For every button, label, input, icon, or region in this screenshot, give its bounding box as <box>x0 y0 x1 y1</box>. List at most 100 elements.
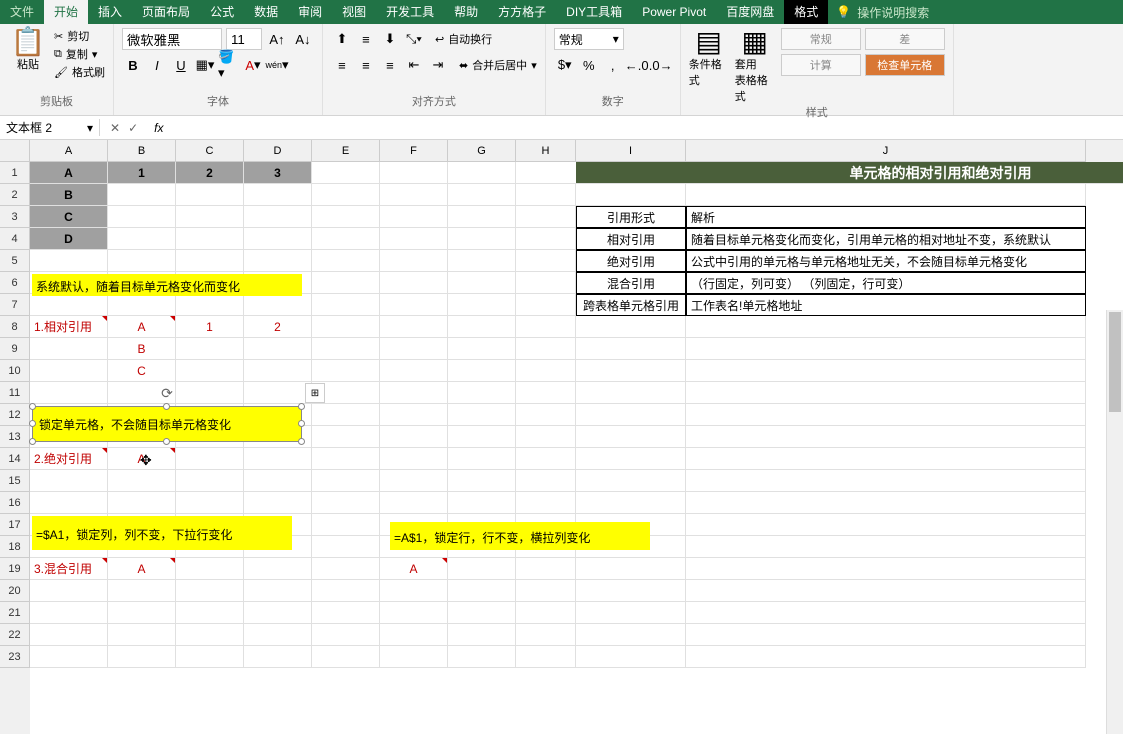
cell-A15[interactable] <box>30 470 108 492</box>
cell-A8[interactable]: 1.相对引用 <box>30 316 108 338</box>
font-name-input[interactable] <box>122 28 222 50</box>
cell-D11[interactable] <box>244 382 312 404</box>
cell-E17[interactable] <box>312 514 380 536</box>
italic-button[interactable]: I <box>146 54 168 76</box>
cell-H9[interactable] <box>516 338 576 360</box>
cell-I23[interactable] <box>576 646 686 668</box>
tab-page-layout[interactable]: 页面布局 <box>132 0 200 24</box>
cell-E22[interactable] <box>312 624 380 646</box>
tab-insert[interactable]: 插入 <box>88 0 132 24</box>
cell-G8[interactable] <box>448 316 516 338</box>
cell-B21[interactable] <box>108 602 176 624</box>
cell-H15[interactable] <box>516 470 576 492</box>
row-header-14[interactable]: 14 <box>0 448 30 470</box>
cell-C5[interactable] <box>176 250 244 272</box>
underline-button[interactable]: U <box>170 54 192 76</box>
row-header-20[interactable]: 20 <box>0 580 30 602</box>
cell-A23[interactable] <box>30 646 108 668</box>
cell-I22[interactable] <box>576 624 686 646</box>
name-box[interactable]: 文本框 2▾ <box>0 119 100 136</box>
cell-D20[interactable] <box>244 580 312 602</box>
cell-B23[interactable] <box>108 646 176 668</box>
cell-H19[interactable] <box>516 558 576 580</box>
cell-C21[interactable] <box>176 602 244 624</box>
align-right-button[interactable]: ≡ <box>379 54 401 76</box>
cell-C11[interactable] <box>176 382 244 404</box>
phonetic-button[interactable]: wén▾ <box>266 54 288 76</box>
cell-C16[interactable] <box>176 492 244 514</box>
cell-G14[interactable] <box>448 448 516 470</box>
cell-H12[interactable] <box>516 404 576 426</box>
cell-D8[interactable]: 2 <box>244 316 312 338</box>
cell-H6[interactable] <box>516 272 576 294</box>
accounting-format-button[interactable]: $▾ <box>554 54 576 76</box>
cell-B16[interactable] <box>108 492 176 514</box>
cell-J6[interactable]: （行固定，列可变） （列固定，行可变） <box>686 272 1086 294</box>
cell-style-check[interactable]: 检查单元格 <box>865 54 945 76</box>
column-header-B[interactable]: B <box>108 140 176 162</box>
decrease-font-button[interactable]: A↓ <box>292 28 314 50</box>
tab-diy[interactable]: DIY工具箱 <box>556 0 632 24</box>
cell-I3[interactable]: 引用形式 <box>576 206 686 228</box>
row-header-5[interactable]: 5 <box>0 250 30 272</box>
cell-H5[interactable] <box>516 250 576 272</box>
column-header-C[interactable]: C <box>176 140 244 162</box>
row-header-15[interactable]: 15 <box>0 470 30 492</box>
cut-button[interactable]: ✂剪切 <box>54 28 105 44</box>
cell-J1[interactable]: 单元格的相对引用和绝对引用 <box>686 162 1123 184</box>
cell-A21[interactable] <box>30 602 108 624</box>
cell-G9[interactable] <box>448 338 516 360</box>
cell-C2[interactable] <box>176 184 244 206</box>
cell-J15[interactable] <box>686 470 1086 492</box>
textbox-absolute-note[interactable]: 锁定单元格，不会随目标单元格变化 ⟳ ⊞ <box>32 406 302 442</box>
cell-H11[interactable] <box>516 382 576 404</box>
cell-I8[interactable] <box>576 316 686 338</box>
cell-B4[interactable] <box>108 228 176 250</box>
cell-D3[interactable] <box>244 206 312 228</box>
cell-H21[interactable] <box>516 602 576 624</box>
cell-E1[interactable] <box>312 162 380 184</box>
cell-E6[interactable] <box>312 272 380 294</box>
tab-fangfang[interactable]: 方方格子 <box>488 0 556 24</box>
cell-B9[interactable]: B <box>108 338 176 360</box>
cell-J7[interactable]: 工作表名!单元格地址 <box>686 294 1086 316</box>
row-header-17[interactable]: 17 <box>0 514 30 536</box>
cell-G6[interactable] <box>448 272 516 294</box>
column-header-I[interactable]: I <box>576 140 686 162</box>
cell-C10[interactable] <box>176 360 244 382</box>
cell-G16[interactable] <box>448 492 516 514</box>
tab-baidu[interactable]: 百度网盘 <box>716 0 784 24</box>
cell-F10[interactable] <box>380 360 448 382</box>
cell-G21[interactable] <box>448 602 516 624</box>
cell-E9[interactable] <box>312 338 380 360</box>
tell-me-search[interactable]: 💡 操作说明搜索 <box>836 4 929 21</box>
cell-C23[interactable] <box>176 646 244 668</box>
cell-G10[interactable] <box>448 360 516 382</box>
cell-D7[interactable] <box>244 294 312 316</box>
cell-J11[interactable] <box>686 382 1086 404</box>
tab-file[interactable]: 文件 <box>0 0 44 24</box>
resize-handle[interactable] <box>29 420 36 427</box>
cell-J23[interactable] <box>686 646 1086 668</box>
number-format-dropdown[interactable]: 常规▾ <box>554 28 624 50</box>
cell-E23[interactable] <box>312 646 380 668</box>
tab-view[interactable]: 视图 <box>332 0 376 24</box>
decrease-indent-button[interactable]: ⇤ <box>403 54 425 76</box>
cell-H4[interactable] <box>516 228 576 250</box>
cancel-formula-button[interactable]: ✕ <box>110 121 120 135</box>
decrease-decimal-button[interactable]: .0→ <box>650 54 672 76</box>
cell-C3[interactable] <box>176 206 244 228</box>
cell-J18[interactable] <box>686 536 1086 558</box>
resize-handle[interactable] <box>163 403 170 410</box>
resize-handle[interactable] <box>298 420 305 427</box>
cell-A2[interactable]: B <box>30 184 108 206</box>
cell-C19[interactable] <box>176 558 244 580</box>
increase-decimal-button[interactable]: ←.0 <box>626 54 648 76</box>
cell-I14[interactable] <box>576 448 686 470</box>
cell-I9[interactable] <box>576 338 686 360</box>
cell-H10[interactable] <box>516 360 576 382</box>
cell-D4[interactable] <box>244 228 312 250</box>
cell-A5[interactable] <box>30 250 108 272</box>
cell-D9[interactable] <box>244 338 312 360</box>
row-header-3[interactable]: 3 <box>0 206 30 228</box>
